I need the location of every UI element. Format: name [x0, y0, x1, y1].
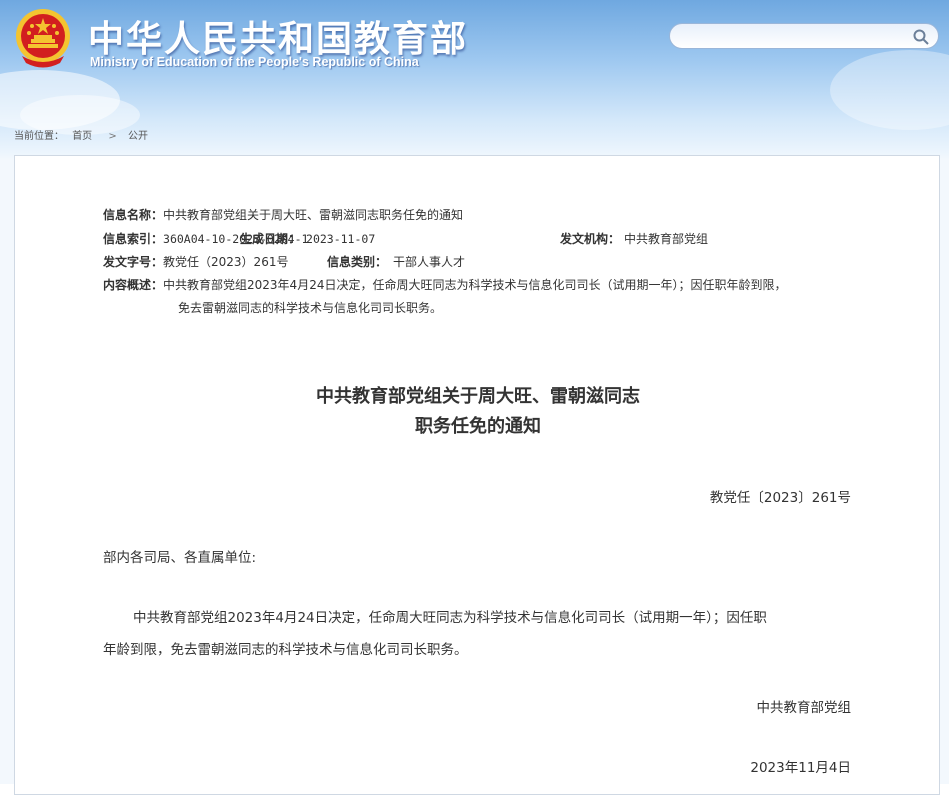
document-title-line2: 职务任免的通知 [415, 416, 541, 437]
meta-docno-value: 教党任（2023）261号 [163, 255, 289, 269]
meta-name-value: 中共教育部党组关于周大旺、雷朝滋同志职务任免的通知 [163, 208, 464, 222]
document-date: 2023年11月4日 [750, 760, 851, 776]
meta-name-label: 信息名称： [103, 208, 164, 222]
meta-name-row: 信息名称：中共教育部党组关于周大旺、雷朝滋同志职务任免的通知 [103, 206, 463, 223]
meta-org-row: 发文机构： 中共教育部党组 [560, 230, 708, 247]
meta-date-label: 生成日期： [240, 232, 301, 246]
document-signature: 中共教育部党组 [756, 700, 852, 716]
breadcrumb-label: 当前位置： [14, 131, 64, 142]
meta-docno-label: 发文字号： [103, 255, 164, 269]
breadcrumb-public-link[interactable]: 公开 [128, 131, 148, 142]
meta-summary-label: 内容概述： [103, 278, 164, 292]
meta-docno-row: 发文字号：教党任（2023）261号 [103, 253, 288, 270]
meta-category-row: 信息类别： 干部人事人才 [327, 253, 465, 270]
document-addressee: 部内各司局、各直属单位: [103, 550, 257, 566]
meta-org-label: 发文机构： [560, 232, 621, 246]
breadcrumb-home-link[interactable]: 首页 [72, 131, 92, 142]
meta-summary-line2: 免去雷朝滋同志的科学技术与信息化司司长职务。 [178, 301, 443, 315]
document-title-line1: 中共教育部党组关于周大旺、雷朝滋同志 [316, 386, 640, 407]
meta-summary-row: 内容概述：中共教育部党组2023年4月24日决定，任命周大旺同志为科学技术与信息… [103, 276, 786, 293]
content-panel: 信息名称：中共教育部党组关于周大旺、雷朝滋同志职务任免的通知 信息索引：360A… [14, 155, 940, 795]
meta-category-value: 干部人事人才 [393, 255, 466, 269]
search-icon[interactable] [912, 28, 930, 46]
meta-category-label: 信息类别： [327, 255, 388, 269]
meta-date-row: 生成日期： 2023-11-07 [240, 230, 375, 247]
meta-org-value: 中共教育部党组 [624, 232, 709, 246]
meta-date-value: 2023-11-07 [306, 232, 376, 246]
breadcrumb: 当前位置： 首页 > 公开 [14, 127, 153, 142]
search-input[interactable] [682, 27, 906, 47]
search-box [669, 23, 939, 49]
meta-summary-line1: 中共教育部党组2023年4月24日决定，任命周大旺同志为科学技术与信息化司司长（… [163, 278, 787, 292]
document-body-line1: 中共教育部党组2023年4月24日决定，任命周大旺同志为科学技术与信息化司司长（… [133, 610, 767, 626]
document-number: 教党任〔2023〕261号 [709, 490, 851, 506]
national-emblem-icon [16, 9, 70, 68]
site-title-english: Ministry of Education of the People's Re… [90, 55, 419, 69]
chevron-right-icon: > [108, 131, 117, 142]
meta-index-label: 信息索引： [103, 232, 164, 246]
document-body-line2: 年龄到限，免去雷朝滋同志的科学技术与信息化司司长职务。 [103, 642, 468, 658]
